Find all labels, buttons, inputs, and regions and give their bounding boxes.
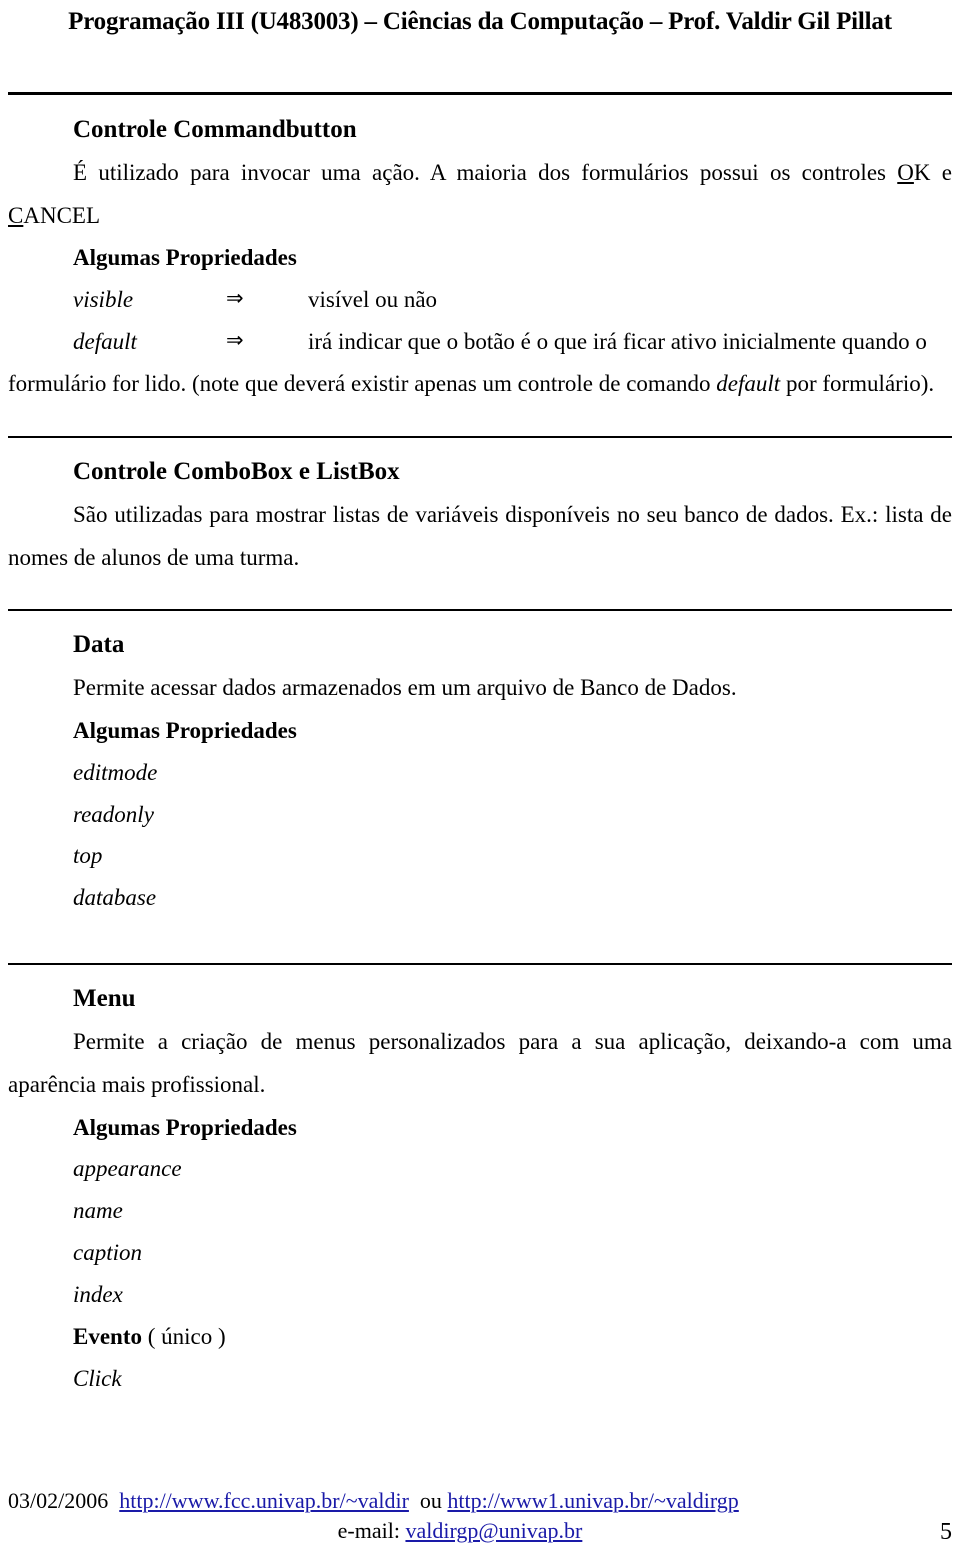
footer-date: 03/02/2006 xyxy=(8,1488,109,1513)
paragraph-menu-body: Permite a criação de menus personalizado… xyxy=(8,1029,952,1097)
document-page: Programação III (U483003) – Ciências da … xyxy=(0,0,960,1559)
link-site-univap[interactable]: http://www1.univap.br/~valdirgp xyxy=(447,1488,738,1513)
property-item-caption: caption xyxy=(73,1240,142,1266)
paragraph-data-body: Permite acessar dados armazenados em um … xyxy=(73,675,737,701)
paragraph-commandbutton-intro: É utilizado para invocar uma ação. A mai… xyxy=(8,152,952,237)
document-content: Controle Commandbutton É utilizado para … xyxy=(8,112,952,1400)
section-heading-combobox: Controle ComboBox e ListBox xyxy=(73,457,400,485)
section-heading-commandbutton: Controle Commandbutton xyxy=(73,116,357,143)
property-name-default: default xyxy=(73,329,137,355)
subheading-propriedades-commandbutton: Algumas Propriedades xyxy=(73,245,297,271)
property-item-database: database xyxy=(73,885,157,911)
cancel-label-rest: ANCEL xyxy=(23,202,101,228)
page-title: Programação III (U483003) – Ciências da … xyxy=(68,8,892,35)
property-item-top: top xyxy=(73,843,103,869)
accelerator-o: O xyxy=(897,160,914,186)
evento-heading: Evento ( único ) xyxy=(8,1316,952,1358)
footer-line-email: e-mail: valdirgp@univap.br 5 xyxy=(8,1516,952,1546)
intro-text-part1: É utilizado para invocar uma ação. A mai… xyxy=(73,160,898,186)
evento-label: Evento xyxy=(73,1323,142,1349)
intro-text-mid: e xyxy=(930,160,952,186)
property-item-appearance: appearance xyxy=(73,1156,182,1182)
note-text-pre: formulário for lido. (note que deverá ex… xyxy=(8,371,717,397)
page-number: 5 xyxy=(940,1518,952,1545)
email-label: e-mail: xyxy=(337,1517,400,1543)
property-item-editmode: editmode xyxy=(73,759,158,785)
section-heading-menu: Menu xyxy=(73,985,136,1013)
link-email[interactable]: valdirgp@univap.br xyxy=(405,1518,582,1543)
property-row-default: default ⇒ irá indicar que o botão é o qu… xyxy=(8,321,952,363)
property-row-visible: visible ⇒ visível ou não xyxy=(8,279,952,321)
accelerator-c: C xyxy=(8,202,24,228)
evento-suffix: ( único ) xyxy=(142,1323,226,1349)
link-site-fcc[interactable]: http://www.fcc.univap.br/~valdir xyxy=(119,1488,409,1513)
paragraph-default-note: formulário for lido. (note que deverá ex… xyxy=(8,363,952,406)
footer-line-urls: 03/02/2006 http://www.fcc.univap.br/~val… xyxy=(8,1486,952,1516)
property-name-visible: visible xyxy=(73,287,134,313)
property-item-index: index xyxy=(73,1281,123,1307)
property-item-name: name xyxy=(73,1198,123,1224)
property-desc-visible: visível ou não xyxy=(308,287,438,313)
header-divider xyxy=(8,92,952,95)
property-item-readonly: readonly xyxy=(73,801,154,827)
subheading-propriedades-menu: Algumas Propriedades xyxy=(73,1114,297,1140)
ok-label-rest: K xyxy=(913,160,931,186)
property-desc-default: irá indicar que o botão é o que irá fica… xyxy=(308,329,927,355)
double-arrow-icon: ⇒ xyxy=(226,328,244,353)
footer-conjunction: ou xyxy=(419,1488,442,1513)
paragraph-combobox-body: São utilizadas para mostrar listas de va… xyxy=(8,502,952,570)
evento-item-click: Click xyxy=(73,1365,122,1391)
note-emphasis-default: default xyxy=(716,371,781,397)
double-arrow-icon: ⇒ xyxy=(226,286,244,311)
section-heading-data: Data xyxy=(73,631,125,659)
page-footer: 03/02/2006 http://www.fcc.univap.br/~val… xyxy=(8,1486,952,1545)
subheading-propriedades-data: Algumas Propriedades xyxy=(73,717,297,743)
note-text-post: por formulário). xyxy=(780,371,935,397)
